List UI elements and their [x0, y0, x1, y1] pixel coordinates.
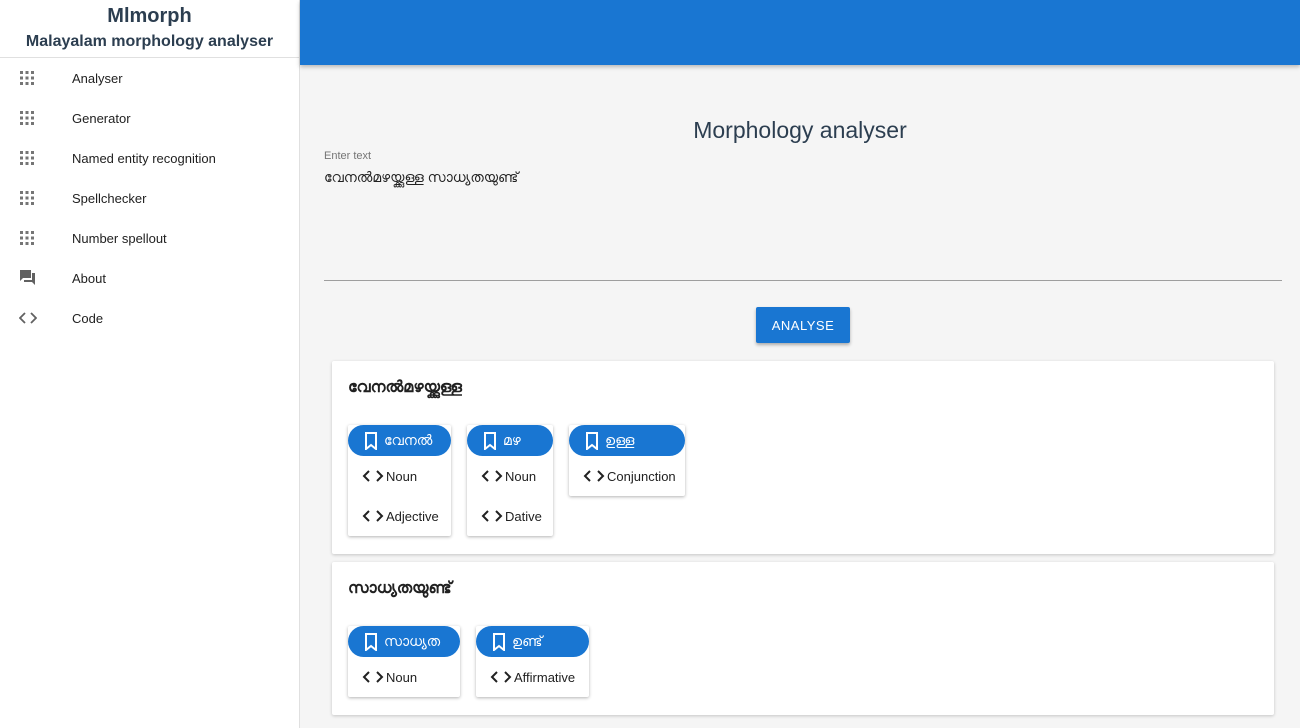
bookmark-icon: [364, 431, 378, 450]
sidebar-item-generator[interactable]: Generator: [0, 98, 299, 138]
tag-row: Noun: [348, 657, 460, 697]
bookmark-icon: [364, 632, 378, 651]
morpheme-chip[interactable]: സാധ്യത: [348, 626, 460, 657]
sidebar-item-about[interactable]: About: [0, 258, 299, 298]
brand: Mlmorph Malayalam morphology analyser: [0, 0, 299, 58]
sidebar-item-analyser[interactable]: Analyser: [0, 58, 299, 98]
tag-label: Noun: [505, 468, 537, 484]
apps-grid-icon: [0, 190, 56, 206]
morpheme-root: മഴ: [503, 432, 521, 448]
tag-row: Conjunction: [569, 456, 685, 496]
tag-label: Adjective: [386, 508, 439, 524]
tag-row: Dative: [467, 496, 553, 536]
code-icon: [0, 311, 56, 325]
morpheme-card: ഉള്ള Conjunction: [569, 425, 685, 496]
sidebar-item-label: Analyser: [72, 70, 123, 86]
apps-grid-icon: [0, 70, 56, 86]
morpheme-chip[interactable]: മഴ: [467, 425, 553, 456]
analyse-button[interactable]: ANALYSE: [756, 307, 850, 343]
word-title: സാധ്യതയുണ്ട്: [348, 580, 452, 597]
morpheme-chip[interactable]: ഉണ്ട്: [476, 626, 589, 657]
code-icon: [481, 509, 503, 523]
sidebar-item-label: Number spellout: [72, 230, 167, 246]
input-label: Enter text: [324, 150, 372, 162]
text-input[interactable]: വേനൽമഴയ്ക്കുള്ള സാധ്യതയുണ്ട്: [324, 169, 1264, 186]
morpheme-card: ഉണ്ട് Affirmative: [476, 626, 589, 697]
apps-grid-icon: [0, 150, 56, 166]
sidebar-item-label: Spellchecker: [72, 190, 147, 206]
tag-label: Affirmative: [514, 669, 576, 685]
bookmark-icon: [585, 431, 599, 450]
code-icon: [362, 670, 384, 684]
app-subtitle: Malayalam morphology analyser: [25, 33, 274, 50]
word-title: വേനൽമഴയ്ക്കുള്ള: [348, 379, 463, 396]
word-card: സാധ്യതയുണ്ട് സാധ്യത Noun ഉണ്ട് Affirmati…: [332, 562, 1274, 715]
bookmark-icon: [492, 632, 506, 651]
sidebar-item-ner[interactable]: Named entity recognition: [0, 138, 299, 178]
sidebar-item-label: Code: [72, 310, 104, 326]
morpheme-chip[interactable]: വേനൽ: [348, 425, 451, 456]
morpheme-card: മഴ Noun Dative: [467, 425, 553, 536]
morpheme-root: വേനൽ: [384, 432, 433, 448]
sidebar-item-label: About: [72, 270, 106, 286]
code-icon: [490, 670, 512, 684]
code-icon: [481, 469, 503, 483]
tag-label: Conjunction: [607, 468, 676, 484]
sidebar-item-label: Named entity recognition: [72, 150, 216, 166]
tag-row: Noun: [467, 456, 553, 496]
app-title: Mlmorph: [107, 5, 192, 27]
morpheme-card: വേനൽ Noun Adjective: [348, 425, 451, 536]
tag-label: Noun: [386, 468, 418, 484]
tag-row: Adjective: [348, 496, 451, 536]
bookmark-icon: [483, 431, 497, 450]
morpheme-root: ഉണ്ട്: [512, 633, 543, 649]
forum-icon: [0, 269, 56, 287]
page-title: Morphology analyser: [693, 117, 907, 143]
sidebar-item-code[interactable]: Code: [0, 298, 299, 338]
input-underline: [324, 280, 1282, 281]
top-app-bar: [300, 0, 1300, 65]
tag-label: Dative: [505, 508, 542, 524]
main-content: Morphology analyser Enter text വേനൽമഴയ്ക…: [300, 65, 1300, 728]
code-icon: [362, 469, 384, 483]
sidebar-item-label: Generator: [72, 110, 131, 126]
code-icon: [583, 469, 605, 483]
code-icon: [362, 509, 384, 523]
tag-label: Noun: [386, 669, 418, 685]
sidebar-item-number-spellout[interactable]: Number spellout: [0, 218, 299, 258]
word-card: വേനൽമഴയ്ക്കുള്ള വേനൽ Noun Adjective മഴ N…: [332, 361, 1274, 554]
sidebar-item-spellchecker[interactable]: Spellchecker: [0, 178, 299, 218]
tag-row: Noun: [348, 456, 451, 496]
apps-grid-icon: [0, 230, 56, 246]
morpheme-root: ഉള്ള: [605, 432, 635, 448]
tag-row: Affirmative: [476, 657, 589, 697]
apps-grid-icon: [0, 110, 56, 126]
morpheme-card: സാധ്യത Noun: [348, 626, 460, 697]
morpheme-root: സാധ്യത: [384, 633, 441, 649]
sidebar: Mlmorph Malayalam morphology analyser An…: [0, 0, 300, 728]
morpheme-chip[interactable]: ഉള്ള: [569, 425, 685, 456]
